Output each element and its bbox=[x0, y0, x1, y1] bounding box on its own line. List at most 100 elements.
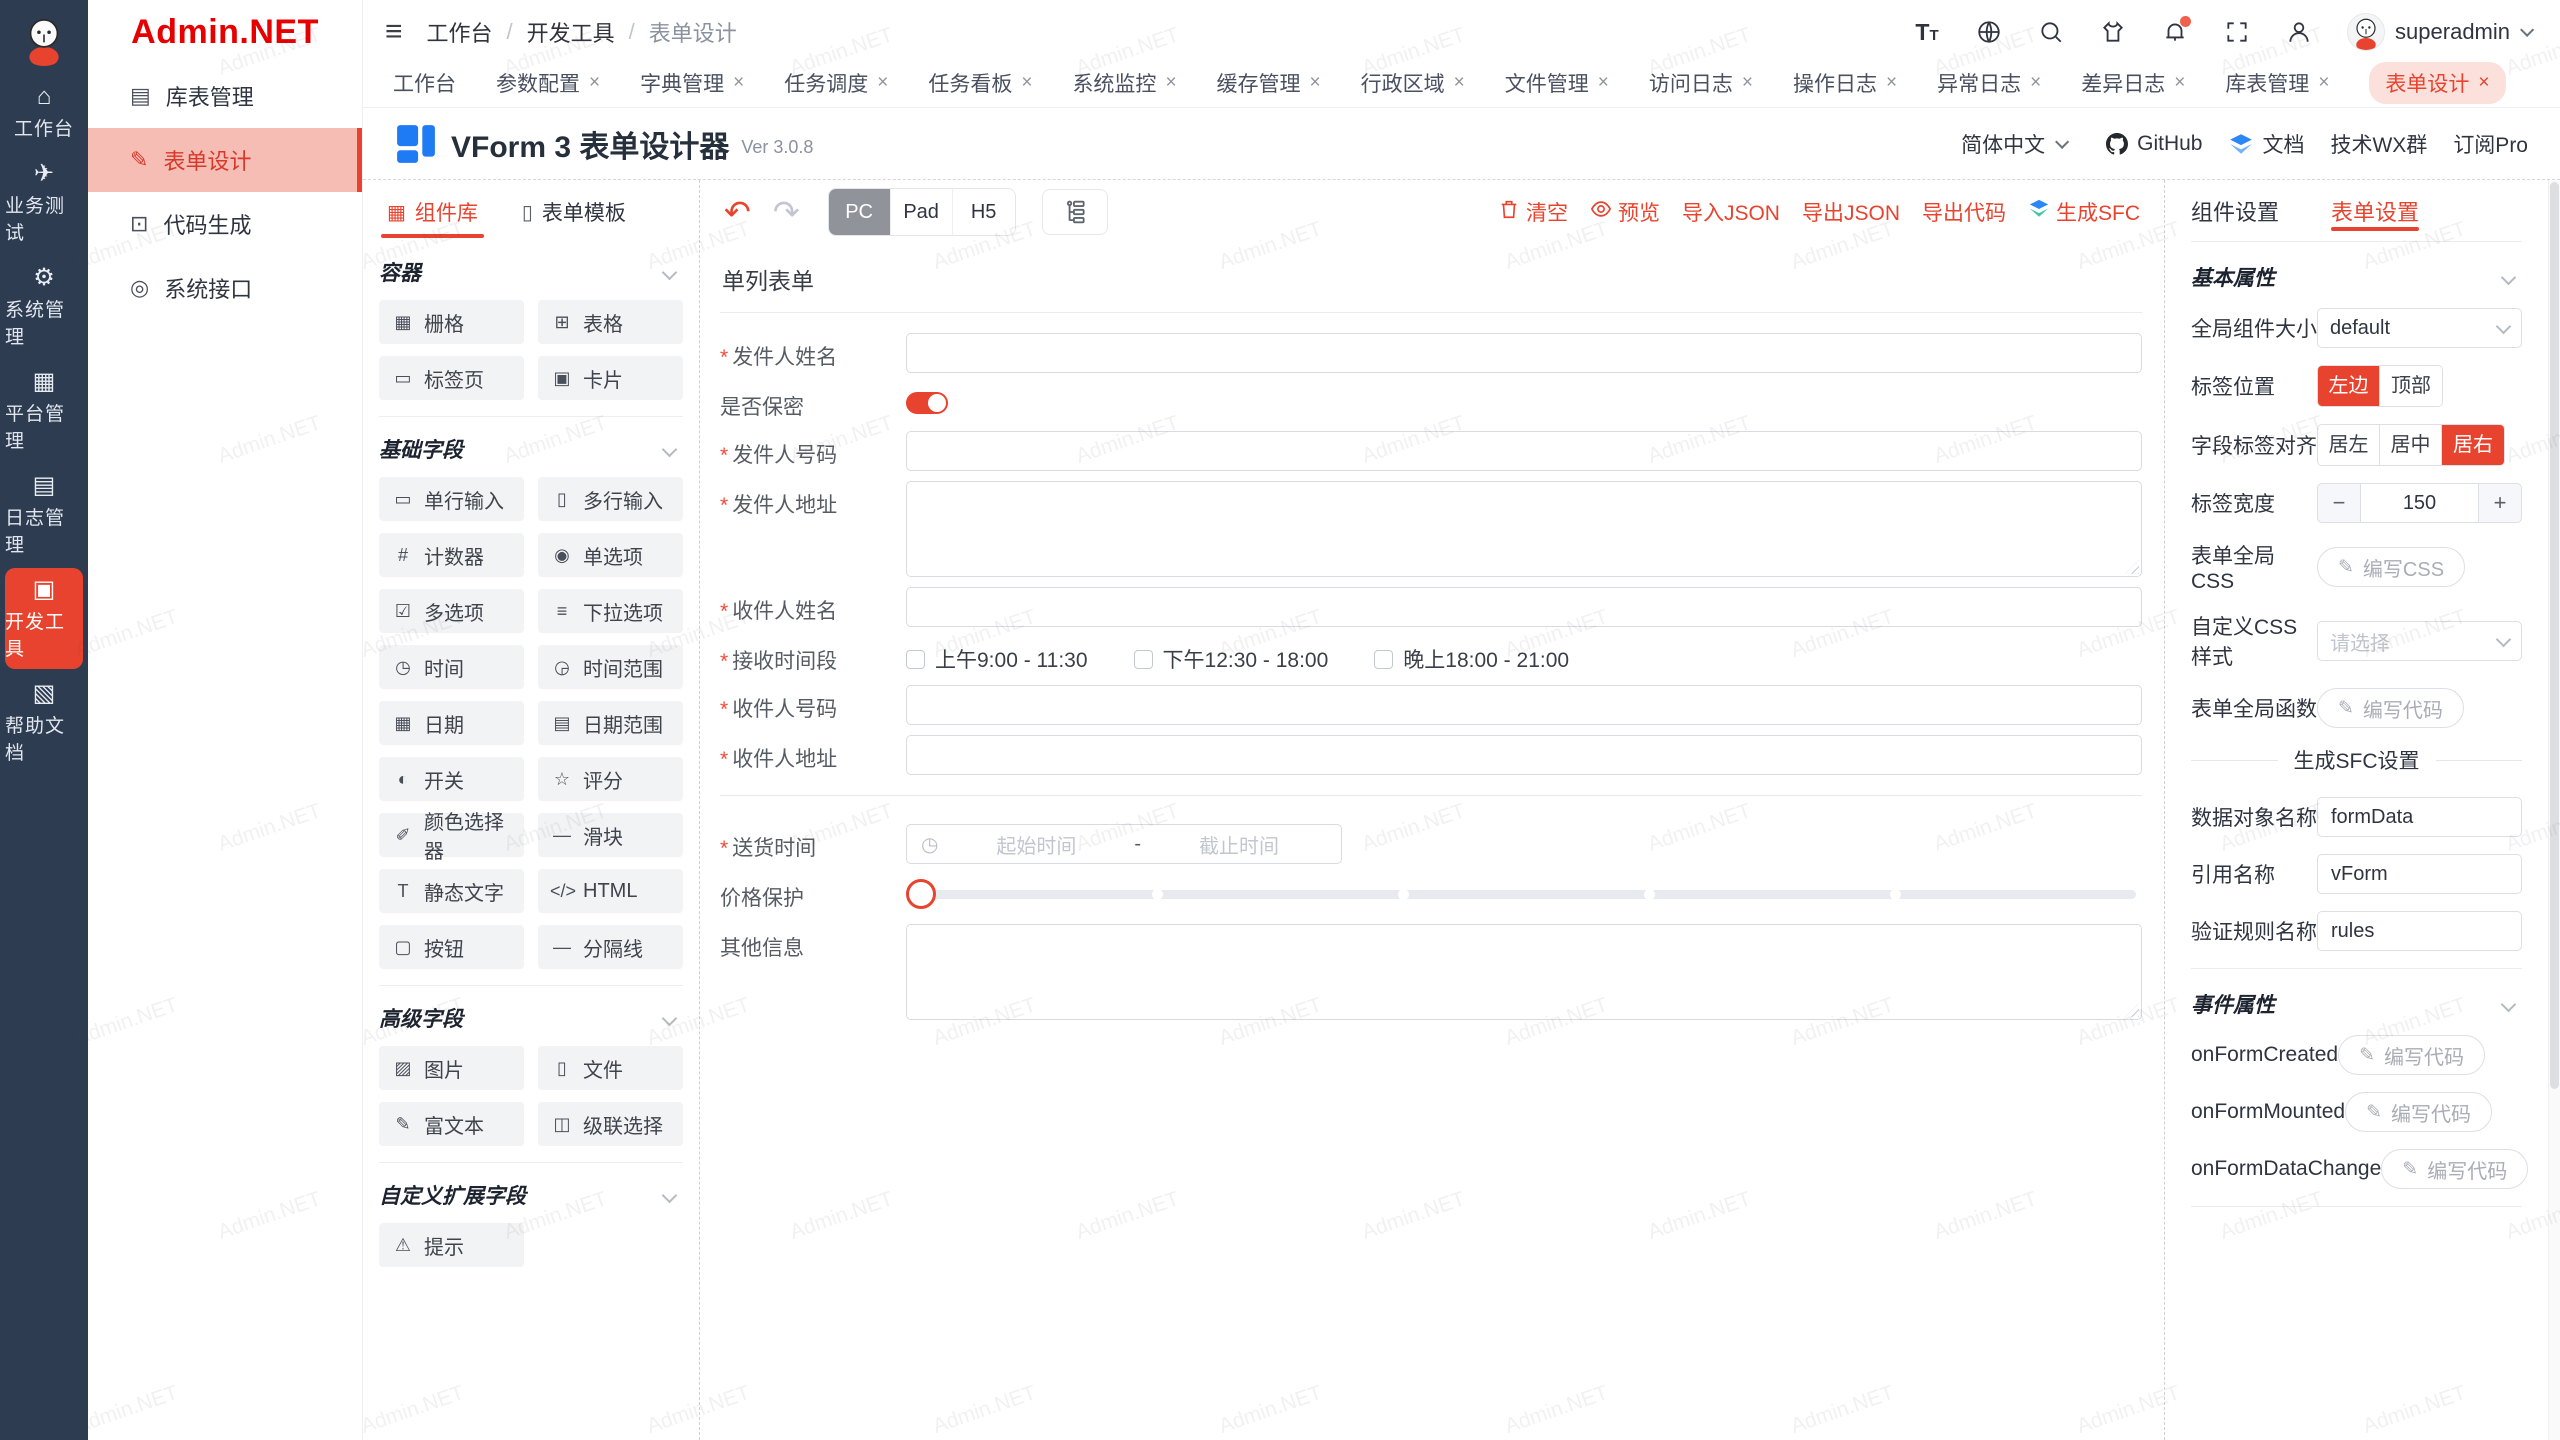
page-tab-库表管理[interactable]: 库表管理× bbox=[2225, 68, 2329, 98]
github-link[interactable]: GitHub bbox=[2105, 132, 2202, 156]
section-header[interactable]: 高级字段 bbox=[379, 990, 683, 1046]
segment-左边[interactable]: 左边 bbox=[2318, 366, 2380, 406]
settings-tab-表单设置[interactable]: 表单设置 bbox=[2331, 180, 2419, 241]
panel-tab-组件库[interactable]: ▦组件库 bbox=[387, 180, 478, 244]
breadcrumb-item[interactable]: 工作台 bbox=[427, 16, 493, 48]
form-field-收件人姓名[interactable]: *收件人姓名 bbox=[720, 587, 2142, 627]
checkbox-icon[interactable] bbox=[906, 650, 925, 669]
text-input[interactable] bbox=[906, 587, 2142, 627]
text-input[interactable]: formData bbox=[2317, 797, 2522, 837]
action-导出JSON[interactable]: 导出JSON bbox=[1802, 197, 1900, 227]
checkbox-icon[interactable] bbox=[1374, 650, 1393, 669]
resize-handle[interactable] bbox=[2125, 1003, 2139, 1017]
subscribe-pro-link[interactable]: 订阅Pro bbox=[2453, 129, 2528, 159]
component-时间范围[interactable]: ◶时间范围 bbox=[538, 645, 683, 689]
component-单选项[interactable]: ◉单选项 bbox=[538, 533, 683, 577]
page-tab-工作台[interactable]: 工作台 bbox=[393, 68, 456, 98]
page-tab-表单设计[interactable]: 表单设计× bbox=[2369, 62, 2505, 104]
select-input[interactable]: 请选择 bbox=[2317, 621, 2522, 661]
button-编写CSS[interactable]: ✎编写CSS bbox=[2317, 547, 2465, 587]
action-导出代码[interactable]: 导出代码 bbox=[1922, 197, 2006, 227]
component-表格[interactable]: ⊞表格 bbox=[538, 300, 683, 344]
component-卡片[interactable]: ▣卡片 bbox=[538, 356, 683, 400]
form-field-发件人地址[interactable]: *发件人地址 bbox=[720, 481, 2142, 577]
font-size-icon[interactable]: TT bbox=[1913, 18, 1941, 46]
basic-props-header[interactable]: 基本属性 bbox=[2191, 246, 2522, 308]
component-计数器[interactable]: #计数器 bbox=[379, 533, 524, 577]
fullscreen-icon[interactable] bbox=[2223, 18, 2251, 46]
close-icon[interactable]: × bbox=[1021, 72, 1032, 94]
section-header[interactable]: 自定义扩展字段 bbox=[379, 1167, 683, 1223]
rail-item-平台管理[interactable]: ▦平台管理 bbox=[5, 360, 83, 461]
component-提示[interactable]: ⚠提示 bbox=[379, 1223, 524, 1267]
undo-icon[interactable]: ↶ bbox=[724, 196, 751, 228]
section-header[interactable]: 基础字段 bbox=[379, 421, 683, 477]
textarea-input[interactable] bbox=[906, 481, 2142, 577]
component-富文本[interactable]: ✎富文本 bbox=[379, 1102, 524, 1146]
rail-item-日志管理[interactable]: ▤日志管理 bbox=[5, 464, 83, 565]
button-编写代码[interactable]: ✎编写代码 bbox=[2317, 688, 2464, 728]
form-field-发件人号码[interactable]: *发件人号码 bbox=[720, 431, 2142, 471]
component-文件[interactable]: ▯文件 bbox=[538, 1046, 683, 1090]
language-select[interactable]: 简体中文 bbox=[1961, 129, 2065, 159]
component-多行输入[interactable]: ▯多行输入 bbox=[538, 477, 683, 521]
close-icon[interactable]: × bbox=[1742, 72, 1753, 94]
form-field-是否保密[interactable]: 是否保密 bbox=[720, 383, 2142, 421]
checkbox-option[interactable]: 下午12:30 - 18:00 bbox=[1134, 644, 1329, 674]
action-预览[interactable]: 预览 bbox=[1590, 197, 1660, 227]
close-icon[interactable]: × bbox=[733, 72, 744, 94]
textarea-input[interactable] bbox=[906, 924, 2142, 1020]
breadcrumb-item[interactable]: 开发工具 bbox=[527, 16, 615, 48]
component-单行输入[interactable]: ▭单行输入 bbox=[379, 477, 524, 521]
rail-item-开发工具[interactable]: ▣开发工具 bbox=[5, 568, 83, 669]
text-input[interactable] bbox=[906, 735, 2142, 775]
page-tab-差异日志[interactable]: 差异日志× bbox=[2081, 68, 2185, 98]
profile-icon[interactable] bbox=[2285, 18, 2313, 46]
slider-handle[interactable] bbox=[906, 879, 936, 909]
sidebar-item-库表管理[interactable]: ▤库表管理 bbox=[88, 64, 362, 128]
device-PC-button[interactable]: PC bbox=[829, 189, 891, 235]
event-props-header[interactable]: 事件属性 bbox=[2191, 973, 2522, 1035]
form-field-收件人号码[interactable]: *收件人号码 bbox=[720, 685, 2142, 725]
action-清空[interactable]: 清空 bbox=[1498, 197, 1568, 227]
form-title[interactable]: 单列表单 bbox=[720, 254, 2142, 313]
device-H5-button[interactable]: H5 bbox=[953, 189, 1015, 235]
theme-icon[interactable] bbox=[2099, 18, 2127, 46]
notification-icon[interactable] bbox=[2161, 18, 2189, 46]
close-icon[interactable]: × bbox=[2174, 72, 2185, 94]
page-tab-操作日志[interactable]: 操作日志× bbox=[1793, 68, 1897, 98]
page-tab-任务调度[interactable]: 任务调度× bbox=[784, 68, 888, 98]
component-级联选择[interactable]: ◫级联选择 bbox=[538, 1102, 683, 1146]
component-开关[interactable]: ◐开关 bbox=[379, 757, 524, 801]
close-icon[interactable]: × bbox=[2478, 72, 2489, 94]
docs-link[interactable]: 文档 bbox=[2228, 129, 2304, 159]
avatar[interactable] bbox=[17, 12, 71, 66]
wx-group-link[interactable]: 技术WX群 bbox=[2330, 129, 2427, 159]
device-Pad-button[interactable]: Pad bbox=[891, 189, 953, 235]
component-滑块[interactable]: —滑块 bbox=[538, 813, 683, 857]
rail-item-帮助文档[interactable]: ▧帮助文档 bbox=[5, 672, 83, 773]
page-tab-行政区域[interactable]: 行政区域× bbox=[1361, 68, 1465, 98]
panel-tab-表单模板[interactable]: ▯表单模板 bbox=[522, 180, 626, 244]
close-icon[interactable]: × bbox=[2030, 72, 2041, 94]
collapse-menu-icon[interactable]: ≡ bbox=[385, 17, 403, 47]
form-field-送货时间[interactable]: *送货时间◷起始时间-截止时间 bbox=[720, 824, 2142, 864]
component-颜色选择器[interactable]: ✐颜色选择器 bbox=[379, 813, 524, 857]
form-divider[interactable] bbox=[720, 795, 2142, 796]
text-input[interactable] bbox=[906, 685, 2142, 725]
rail-item-业务测试[interactable]: ✈业务测试 bbox=[5, 152, 83, 253]
outline-tree-button[interactable] bbox=[1042, 189, 1108, 235]
component-时间[interactable]: ◷时间 bbox=[379, 645, 524, 689]
page-tab-缓存管理[interactable]: 缓存管理× bbox=[1217, 68, 1321, 98]
close-icon[interactable]: × bbox=[2318, 72, 2329, 94]
text-input[interactable]: vForm bbox=[2317, 854, 2522, 894]
text-input[interactable]: rules bbox=[2317, 911, 2522, 951]
time-range-picker[interactable]: ◷起始时间-截止时间 bbox=[906, 824, 1342, 864]
form-field-接收时间段[interactable]: *接收时间段上午9:00 - 11:30下午12:30 - 18:00晚上18:… bbox=[720, 637, 2142, 675]
decrease-button[interactable]: − bbox=[2318, 484, 2360, 522]
rail-item-工作台[interactable]: ⌂工作台 bbox=[5, 75, 83, 149]
close-icon[interactable]: × bbox=[589, 72, 600, 94]
page-tab-任务看板[interactable]: 任务看板× bbox=[928, 68, 1032, 98]
page-tab-异常日志[interactable]: 异常日志× bbox=[1937, 68, 2041, 98]
page-tab-系统监控[interactable]: 系统监控× bbox=[1072, 68, 1176, 98]
